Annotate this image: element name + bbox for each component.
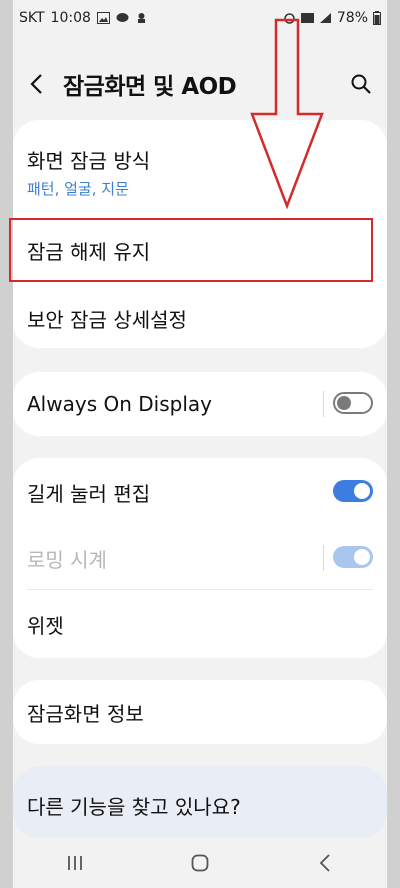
widgets-label: 위젯 [27,613,64,638]
about-lock-screen-item[interactable]: 잠금화면 정보 [13,680,387,744]
recents-icon [68,856,83,870]
home-icon [191,854,209,872]
edit-card: 길게 눌러 편집 로밍 시계 위젯 [13,458,387,658]
chevron-left-icon [30,74,42,94]
widgets-divider [27,589,373,590]
navigation-bar [13,838,387,888]
recents-button[interactable] [51,843,99,883]
time-label: 10:08 [50,10,91,26]
about-lock-screen-label: 잠금화면 정보 [27,701,144,726]
page-title: 잠금화면 및 AOD [63,74,237,100]
long-press-edit-toggle-knob [354,483,370,499]
search-icon [351,74,371,94]
aod-label: Always On Display [27,392,212,416]
aod-card: Always On Display [13,372,387,436]
suggestion-card: 다른 기능을 찾고 있나요? [13,766,387,838]
screen-lock-type-value: 패턴, 얼굴, 지문 [27,180,129,198]
notification-icon [137,13,145,23]
back-button[interactable] [17,64,57,104]
about-card: 잠금화면 정보 [13,680,387,744]
device-frame-right [387,0,400,888]
widgets-item[interactable]: 위젯 [13,594,387,654]
battery-label: 78% [336,10,368,26]
screen-lock-type-label: 화면 잠금 방식 [27,149,151,173]
aod-toggle[interactable] [333,392,373,414]
aod-item[interactable]: Always On Display [13,372,387,436]
status-bar: SKT 10:08 78% [13,0,387,36]
aod-toggle-knob [337,396,351,410]
chat-icon [116,13,129,22]
battery-icon [373,11,381,25]
long-press-edit-label: 길게 눌러 편집 [27,481,151,506]
app-header: 잠금화면 및 AOD [13,56,387,112]
gallery-icon [96,12,110,24]
suggestion-item[interactable]: 다른 기능을 찾고 있나요? [13,774,387,836]
aod-divider [323,391,324,417]
secure-lock-settings-item[interactable]: 보안 잠금 상세설정 [13,288,387,348]
device-frame-left [0,0,13,888]
back-nav-icon [319,854,330,872]
secure-lock-settings-label: 보안 잠금 상세설정 [27,307,187,332]
roaming-clock-toggle-knob [354,549,370,565]
roaming-clock-item: 로밍 시계 [13,528,387,588]
annotation-highlight-box [9,218,373,282]
long-press-edit-toggle[interactable] [333,480,373,502]
suggestion-label: 다른 기능을 찾고 있나요? [27,794,241,819]
roaming-clock-divider [323,545,324,571]
roaming-clock-label: 로밍 시계 [27,547,107,572]
roaming-clock-toggle [333,546,373,568]
search-button[interactable] [341,64,381,104]
back-nav-button[interactable] [301,843,349,883]
annotation-arrow-icon [250,18,324,210]
screen-lock-type-item[interactable]: 화면 잠금 방식 패턴, 얼굴, 지문 [13,132,387,212]
home-button[interactable] [176,843,224,883]
carrier-label: SKT [19,10,45,26]
long-press-edit-item[interactable]: 길게 눌러 편집 [13,462,387,522]
